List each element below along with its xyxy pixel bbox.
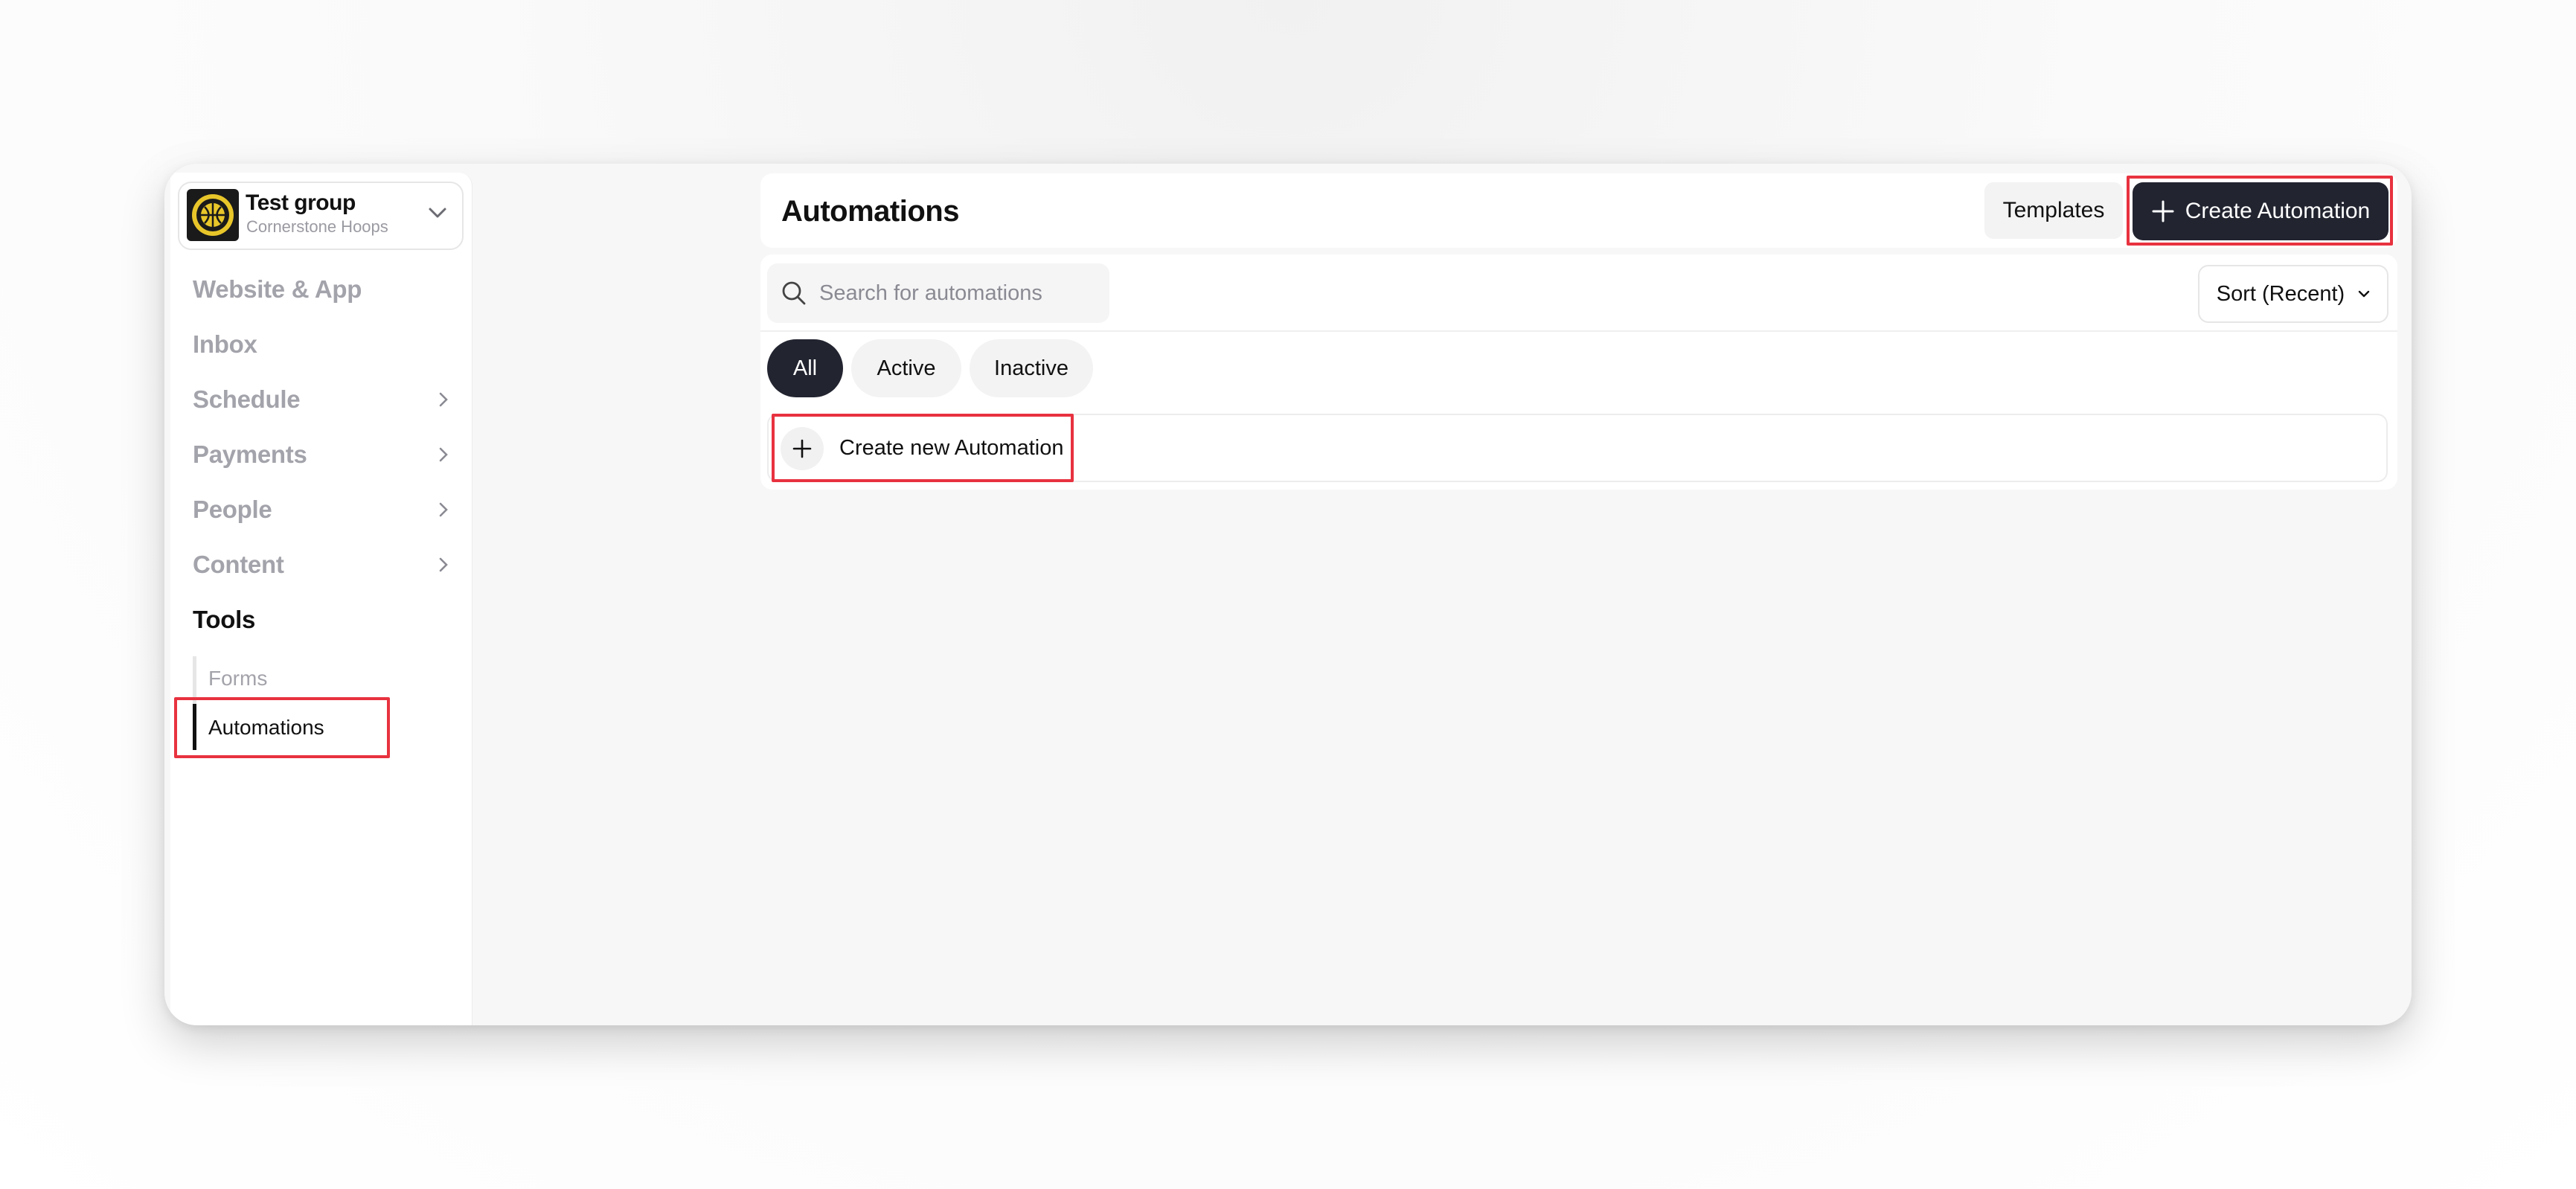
sidebar-subitem-forms[interactable]: Forms (208, 667, 267, 690)
plus-icon (2152, 200, 2174, 222)
chevron-down-icon[interactable] (427, 205, 448, 220)
search-box[interactable] (767, 263, 1109, 323)
sidebar-item-content[interactable]: Content (193, 551, 284, 579)
sort-dropdown[interactable]: Sort (Recent) (2198, 265, 2388, 323)
sidebar-subitem-automations[interactable]: Automations (208, 716, 324, 740)
filter-chip-all[interactable]: All (767, 339, 843, 397)
filter-chip-all-label: All (792, 356, 818, 380)
search-input[interactable] (819, 281, 1102, 306)
page-title: Automations (781, 195, 959, 228)
group-subtitle: Cornerstone Hoops (246, 217, 388, 236)
plus-icon (792, 439, 812, 458)
filter-chip-active[interactable]: Active (851, 339, 961, 397)
active-indicator (193, 704, 196, 750)
group-title: Test group (246, 190, 356, 215)
templates-button[interactable]: Templates (1984, 182, 2123, 239)
chevron-right-icon (439, 392, 448, 407)
templates-button-label: Templates (2002, 198, 2105, 222)
sidebar-item-people[interactable]: People (193, 496, 272, 524)
sort-label: Sort (Recent) (2216, 281, 2345, 306)
create-new-automation-label[interactable]: Create new Automation (839, 436, 1063, 461)
chevron-right-icon (439, 447, 448, 462)
sidebar-item-website-app[interactable]: Website & App (193, 275, 362, 304)
chevron-right-icon (439, 557, 448, 572)
create-new-plus-button[interactable] (781, 427, 824, 470)
chevron-down-icon (2359, 290, 2370, 298)
create-automation-label: Create Automation (2185, 199, 2371, 223)
sidebar-item-tools[interactable]: Tools (193, 606, 255, 634)
sidebar-item-inbox[interactable]: Inbox (193, 330, 257, 359)
panel-divider (760, 330, 2397, 332)
filter-chip-inactive[interactable]: Inactive (970, 339, 1093, 397)
filter-chip-inactive-label: Inactive (994, 356, 1068, 380)
search-icon (782, 281, 806, 305)
sidebar-item-payments[interactable]: Payments (193, 440, 307, 469)
filter-chip-active-label: Active (877, 356, 936, 380)
basketball-crest-icon (192, 194, 234, 236)
create-automation-button[interactable]: Create Automation (2133, 182, 2388, 240)
group-logo (187, 189, 239, 241)
chevron-right-icon (439, 502, 448, 517)
sidebar-item-schedule[interactable]: Schedule (193, 385, 301, 414)
